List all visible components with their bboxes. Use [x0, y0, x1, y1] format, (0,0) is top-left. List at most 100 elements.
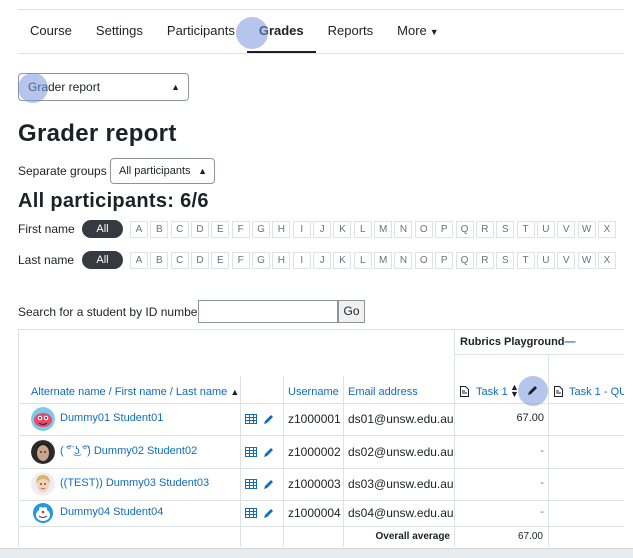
student-name-link[interactable]: ( ͡° ͜ʖ ͡°) Dummy02 Student02 [60, 445, 197, 457]
table-icon[interactable] [245, 508, 257, 518]
avatar[interactable] [31, 472, 55, 496]
horizontal-scrollbar[interactable] [0, 548, 633, 558]
last-name-letter-p[interactable]: P [435, 251, 454, 269]
first-name-letter-e[interactable]: E [211, 220, 230, 238]
first-name-letter-c[interactable]: C [170, 220, 189, 238]
first-name-letter-g[interactable]: G [252, 220, 271, 238]
email-cell: ds02@unsw.edu.au [348, 445, 454, 459]
first-name-letter-u[interactable]: U [536, 220, 555, 238]
username-cell: z1000003 [288, 477, 341, 491]
tab-participants[interactable]: Participants [155, 10, 247, 53]
table-icon[interactable] [245, 479, 257, 489]
task1-column-header[interactable]: Task 1 [476, 386, 508, 398]
last-name-letter-n[interactable]: N [394, 251, 413, 269]
task1-qua-column-header[interactable]: Task 1 - QUA [569, 386, 624, 398]
name-column-header[interactable]: Alternate name / First name / Last name … [31, 386, 239, 398]
last-name-letter-k[interactable]: K [333, 251, 352, 269]
last-name-letter-l[interactable]: L [353, 251, 372, 269]
pencil-icon[interactable] [263, 479, 274, 490]
last-name-letter-s[interactable]: S [496, 251, 515, 269]
last-name-letter-f[interactable]: F [231, 251, 250, 269]
pencil-icon[interactable] [263, 414, 274, 425]
last-name-letter-a[interactable]: A [130, 251, 148, 269]
last-name-letter-o[interactable]: O [414, 251, 433, 269]
first-name-letter-t[interactable]: T [516, 220, 535, 238]
tab-settings[interactable]: Settings [84, 10, 155, 53]
first-name-letter-o[interactable]: O [414, 220, 433, 238]
grade-cell[interactable]: - [464, 445, 544, 457]
first-name-letter-s[interactable]: S [496, 220, 515, 238]
search-input[interactable] [198, 300, 338, 323]
pencil-icon[interactable] [527, 385, 538, 396]
table-icon[interactable] [245, 414, 257, 424]
first-name-letter-n[interactable]: N [394, 220, 413, 238]
first-name-letter-q[interactable]: Q [455, 220, 474, 238]
last-name-letter-q[interactable]: Q [455, 251, 474, 269]
email-cell: ds03@unsw.edu.au [348, 477, 454, 491]
tab-reports-label: Reports [327, 23, 374, 38]
pencil-icon[interactable] [263, 508, 274, 519]
first-name-letter-l[interactable]: L [353, 220, 372, 238]
last-name-letter-c[interactable]: C [170, 251, 189, 269]
pencil-icon[interactable] [263, 447, 274, 458]
last-name-letter-m[interactable]: M [374, 251, 393, 269]
email-cell: ds04@unsw.edu.au [348, 506, 454, 520]
student-name-link[interactable]: Dummy01 Student01 [60, 412, 163, 424]
avatar[interactable] [31, 501, 55, 525]
tab-settings-label: Settings [95, 23, 143, 38]
report-select[interactable]: Grader report ▲ [18, 73, 189, 101]
last-name-all-button[interactable]: All [82, 251, 123, 269]
assignment-icon [554, 386, 563, 397]
first-name-letter-b[interactable]: B [150, 220, 169, 238]
first-name-letter-j[interactable]: J [313, 220, 332, 238]
first-name-letter-i[interactable]: I [292, 220, 311, 238]
tab-course[interactable]: Course [18, 10, 84, 53]
first-name-letter-m[interactable]: M [374, 220, 393, 238]
tab-more[interactable]: More ▼ [385, 10, 451, 53]
avatar[interactable] [31, 440, 55, 464]
sort-icon[interactable]: ▲ ▼ [510, 383, 519, 399]
first-name-letter-h[interactable]: H [272, 220, 291, 238]
table-icon[interactable] [245, 447, 257, 457]
email-column-header[interactable]: Email address [348, 386, 418, 398]
grade-cell[interactable]: - [464, 506, 544, 518]
collapse-minus-icon[interactable]: — [565, 336, 576, 348]
first-name-letter-a[interactable]: A [130, 220, 148, 238]
last-name-letter-x[interactable]: X [597, 251, 616, 269]
last-name-letter-r[interactable]: R [475, 251, 494, 269]
last-name-letter-h[interactable]: H [272, 251, 291, 269]
last-name-letter-w[interactable]: W [577, 251, 596, 269]
last-name-letter-j[interactable]: J [313, 251, 332, 269]
last-name-letter-d[interactable]: D [191, 251, 210, 269]
first-name-letter-f[interactable]: F [231, 220, 250, 238]
avatar[interactable] [31, 407, 55, 431]
first-name-letter-d[interactable]: D [191, 220, 210, 238]
groups-select[interactable]: All participants ▲ [110, 158, 215, 184]
grade-cell[interactable]: 67.00 [464, 412, 544, 424]
student-name-link[interactable]: Dummy04 Student04 [60, 506, 163, 518]
go-button[interactable]: Go [338, 300, 365, 323]
last-name-letter-i[interactable]: I [292, 251, 311, 269]
last-name-letter-b[interactable]: B [150, 251, 169, 269]
first-name-letter-v[interactable]: V [557, 220, 576, 238]
tab-grades[interactable]: Grades [246, 10, 316, 53]
first-name-all-button[interactable]: All [82, 220, 123, 238]
first-name-letter-k[interactable]: K [333, 220, 352, 238]
last-name-letter-e[interactable]: E [211, 251, 230, 269]
username-column-header[interactable]: Username [288, 386, 339, 398]
grade-cell[interactable]: - [464, 477, 544, 489]
last-name-letter-u[interactable]: U [536, 251, 555, 269]
first-name-letter-p[interactable]: P [435, 220, 454, 238]
tab-more-label: More [397, 23, 427, 38]
last-name-letter-g[interactable]: G [252, 251, 271, 269]
last-name-letter-t[interactable]: T [516, 251, 535, 269]
first-name-letter-r[interactable]: R [475, 220, 494, 238]
report-select-value: Grader report [28, 80, 101, 94]
first-name-letter-w[interactable]: W [577, 220, 596, 238]
select-arrows-icon: ▲ [171, 82, 180, 92]
first-name-letter-x[interactable]: X [597, 220, 616, 238]
last-name-letter-v[interactable]: V [557, 251, 576, 269]
overall-average-value: 67.00 [517, 531, 543, 542]
student-name-link[interactable]: ((TEST)) Dummy03 Student03 [60, 477, 209, 489]
tab-reports[interactable]: Reports [316, 10, 386, 53]
